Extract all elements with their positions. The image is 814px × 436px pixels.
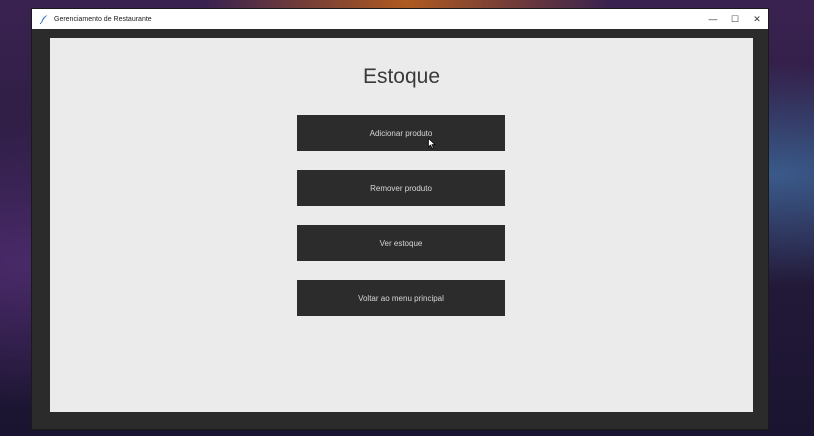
content-area: Estoque Adicionar produto Remover produt… <box>50 38 753 412</box>
page-title: Estoque <box>362 65 441 88</box>
close-button[interactable]: ✕ <box>746 9 768 29</box>
app-window: Gerenciamento de Restaurante — ☐ ✕ Estoq… <box>32 9 768 429</box>
window-title: Gerenciamento de Restaurante <box>54 15 152 23</box>
feather-icon <box>39 14 49 24</box>
back-to-main-menu-button[interactable]: Voltar ao menu principal <box>297 280 505 316</box>
window-controls: — ☐ ✕ <box>702 9 768 29</box>
maximize-button[interactable]: ☐ <box>724 9 746 29</box>
remove-product-button[interactable]: Remover produto <box>297 170 505 206</box>
add-product-button[interactable]: Adicionar produto <box>297 115 505 151</box>
title-bar[interactable]: Gerenciamento de Restaurante — ☐ ✕ <box>32 9 768 29</box>
view-stock-button[interactable]: Ver estoque <box>297 225 505 261</box>
minimize-button[interactable]: — <box>702 9 724 29</box>
mouse-pointer-icon <box>428 138 436 149</box>
